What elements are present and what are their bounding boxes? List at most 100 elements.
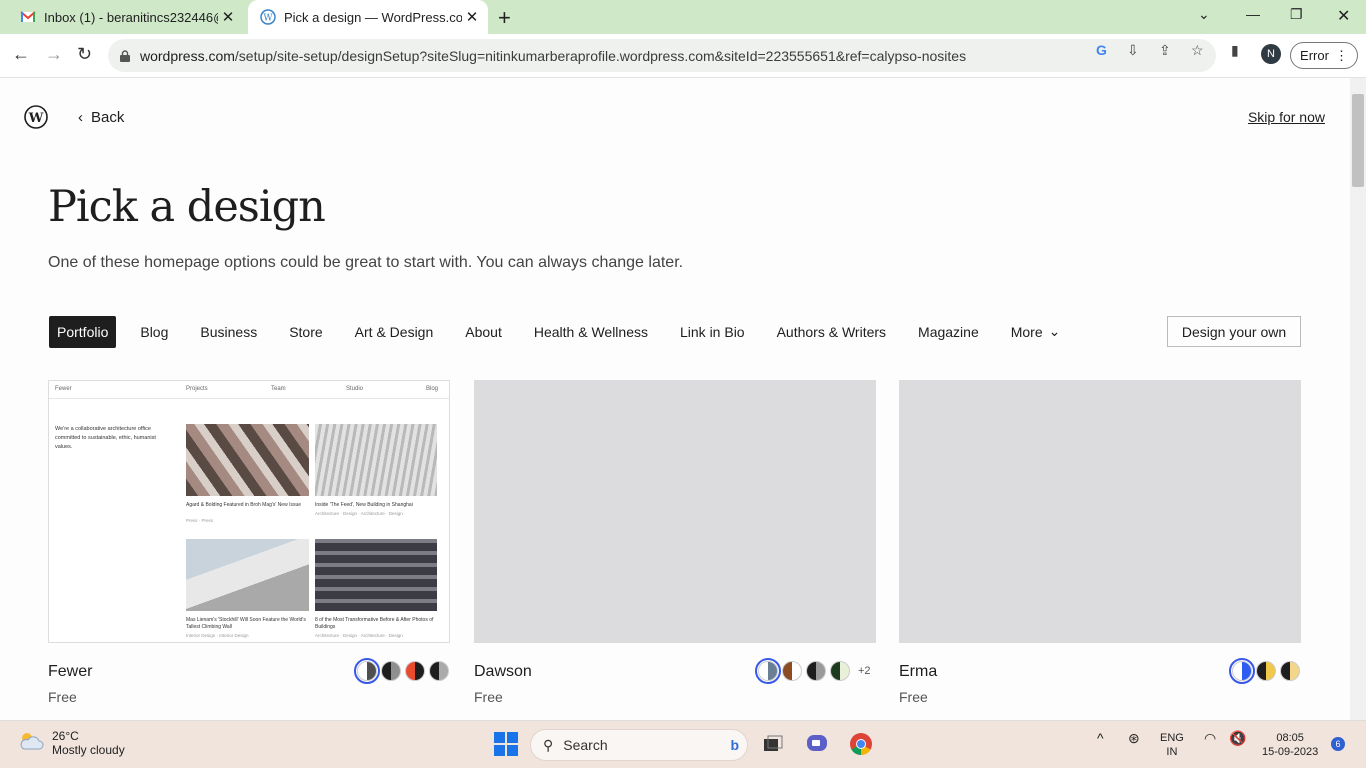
category-health-wellness[interactable]: Health & Wellness: [526, 316, 656, 348]
scrollbar-thumb[interactable]: [1352, 94, 1364, 187]
style-variation-swatch[interactable]: [354, 658, 380, 684]
category-art-design[interactable]: Art & Design: [347, 316, 442, 348]
close-tab-icon[interactable]: ✕: [462, 8, 482, 26]
share-icon[interactable]: ⇪: [1159, 42, 1171, 59]
category-about[interactable]: About: [457, 316, 510, 348]
back-label: Back: [91, 109, 125, 126]
preview-image: [315, 424, 437, 496]
skip-for-now-link[interactable]: Skip for now: [1248, 109, 1325, 125]
preview-post-title: Inside 'The Feed', New Building in Shang…: [315, 502, 413, 508]
close-window-icon[interactable]: ✕: [1337, 6, 1350, 26]
speaker-muted-icon[interactable]: 🔇: [1229, 731, 1246, 745]
network-status-icon[interactable]: ⊛: [1128, 731, 1140, 745]
category-filter: Portfolio Blog Business Store Art & Desi…: [49, 315, 1084, 348]
task-view-icon[interactable]: [760, 731, 786, 757]
style-variation-swatch[interactable]: [782, 661, 802, 681]
preview-nav-item: Fewer: [55, 386, 72, 392]
preview-image: [186, 539, 309, 611]
kebab-menu-icon: ⋮: [1334, 47, 1348, 63]
design-name[interactable]: Erma: [899, 663, 937, 681]
style-variation-swatch[interactable]: [429, 661, 449, 681]
chevron-down-icon: ⌄: [1048, 323, 1061, 339]
style-variations: +2: [755, 658, 871, 684]
chevron-left-icon: ‹: [78, 109, 83, 126]
category-portfolio[interactable]: Portfolio: [49, 315, 117, 348]
preview-post-meta: Interior Design · Interior Design: [186, 633, 249, 638]
design-name[interactable]: Dawson: [474, 663, 532, 681]
weather-widget[interactable]: 26°C Mostly cloudy: [18, 729, 125, 757]
side-panel-icon[interactable]: ▮: [1231, 42, 1239, 59]
back-arrow-icon[interactable]: ←: [12, 44, 30, 65]
style-variation-swatch[interactable]: [381, 661, 401, 681]
chrome-icon[interactable]: [848, 731, 874, 757]
style-variations: [1229, 658, 1300, 684]
weather-text: Mostly cloudy: [52, 743, 125, 757]
preview-nav-item: Projects: [186, 386, 208, 392]
teams-chat-icon[interactable]: [804, 731, 830, 757]
design-price: Free: [474, 689, 503, 705]
style-variation-swatch[interactable]: [1256, 661, 1276, 681]
windows-taskbar: 26°C Mostly cloudy ⚲ Search b ^ ⊛ ENG IN …: [0, 720, 1366, 768]
bing-icon[interactable]: b: [730, 737, 739, 753]
taskbar-search[interactable]: ⚲ Search b: [530, 729, 748, 761]
preview-post-meta: Architecture · Design · Architecture · D…: [315, 511, 403, 516]
error-button[interactable]: Error ⋮: [1290, 42, 1358, 69]
reload-icon[interactable]: ↻: [77, 44, 92, 65]
category-authors-writers[interactable]: Authors & Writers: [769, 316, 894, 348]
style-variation-swatch[interactable]: [806, 661, 826, 681]
tab-gmail[interactable]: Inbox (1) - beranitincs232446@gmail.com …: [8, 0, 244, 34]
page-title: Pick a design: [48, 182, 326, 232]
category-business[interactable]: Business: [192, 316, 265, 348]
notification-badge[interactable]: 6: [1331, 737, 1345, 751]
language-indicator[interactable]: ENG IN: [1160, 731, 1184, 759]
maximize-icon[interactable]: ❐: [1290, 6, 1303, 23]
cloud-sun-icon: [20, 733, 44, 750]
windows-start-icon[interactable]: [493, 731, 519, 757]
style-variation-swatch[interactable]: [755, 658, 781, 684]
category-magazine[interactable]: Magazine: [910, 316, 987, 348]
new-tab-icon[interactable]: +: [498, 5, 511, 31]
style-variation-swatch[interactable]: [1229, 658, 1255, 684]
svg-text:W: W: [28, 111, 44, 126]
wordpress-logo-icon[interactable]: W: [24, 105, 48, 129]
gmail-icon: [20, 11, 36, 22]
wifi-icon[interactable]: ◠: [1204, 731, 1216, 745]
more-dropdown[interactable]: More ⌄: [1003, 315, 1069, 348]
install-icon[interactable]: ⇩: [1127, 42, 1139, 59]
tab-label: Pick a design — WordPress.com: [284, 9, 462, 25]
design-preview-fewer[interactable]: Fewer Projects Team Studio Blog We're a …: [48, 380, 450, 643]
preview-post-meta: Architecture · Design · Architecture · D…: [315, 633, 403, 638]
tab-search-icon[interactable]: ⌄: [1198, 6, 1210, 23]
category-link-in-bio[interactable]: Link in Bio: [672, 316, 753, 348]
page-content: W ‹ Back Skip for now Pick a design One o…: [0, 78, 1350, 720]
tab-label: Inbox (1) - beranitincs232446@gmail.com: [44, 9, 218, 25]
design-preview-erma[interactable]: [899, 380, 1301, 643]
search-label: Search: [563, 737, 608, 753]
forward-arrow-icon[interactable]: →: [45, 44, 63, 65]
design-your-own-button[interactable]: Design your own: [1167, 316, 1301, 347]
design-preview-dawson[interactable]: [474, 380, 876, 643]
close-tab-icon[interactable]: ✕: [218, 8, 238, 26]
style-variation-swatch[interactable]: [1280, 661, 1300, 681]
design-name[interactable]: Fewer: [48, 663, 92, 681]
back-button[interactable]: ‹ Back: [78, 109, 124, 126]
profile-avatar[interactable]: N: [1261, 44, 1281, 64]
show-hidden-icons-chevron-icon[interactable]: ^: [1097, 731, 1104, 745]
category-blog[interactable]: Blog: [132, 316, 176, 348]
minimize-icon[interactable]: —: [1246, 6, 1260, 22]
style-variations: [354, 658, 449, 684]
preview-post-title: 8 of the Most Transformative Before & Af…: [315, 617, 434, 630]
clock[interactable]: 08:05 15-09-2023: [1262, 731, 1318, 759]
style-variation-swatch[interactable]: [830, 661, 850, 681]
bookmark-star-icon[interactable]: ☆: [1191, 42, 1204, 59]
google-icon[interactable]: G: [1096, 42, 1107, 58]
design-price: Free: [899, 689, 928, 705]
preview-intro: We're a collaborative architecture offic…: [55, 426, 156, 450]
preview-nav-item: Team: [271, 386, 286, 392]
preview-image: [315, 539, 437, 611]
tab-wordpress[interactable]: W Pick a design — WordPress.com ✕: [248, 0, 488, 34]
category-store[interactable]: Store: [281, 316, 330, 348]
address-bar[interactable]: wordpress.com/setup/site-setup/designSet…: [108, 39, 1216, 72]
style-variation-swatch[interactable]: [405, 661, 425, 681]
search-icon: ⚲: [543, 736, 554, 753]
